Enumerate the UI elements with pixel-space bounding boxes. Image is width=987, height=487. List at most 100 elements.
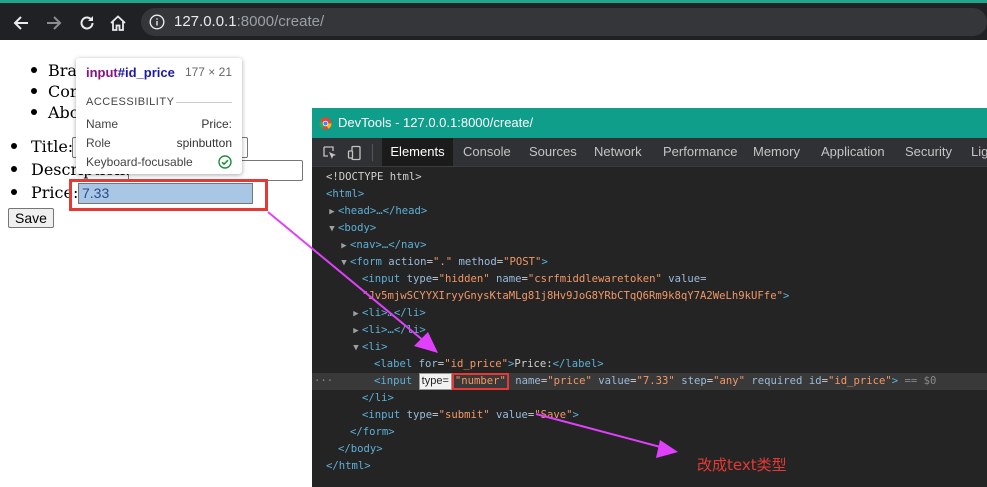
tooltip-divider: [176, 102, 232, 103]
tab-console[interactable]: Console: [463, 138, 511, 166]
tooltip-id: #id_price: [117, 65, 175, 80]
inspect-tooltip: input#id_price 177 × 21 ACCESSIBILITY Na…: [76, 58, 242, 174]
code-line[interactable]: </body>: [312, 441, 987, 458]
tab-performance[interactable]: Performance: [663, 138, 737, 166]
dollar-zero-ref: == $0: [904, 375, 937, 387]
code-line[interactable]: </html>: [312, 458, 987, 475]
type-hint: type=: [418, 373, 452, 390]
collapse-triangle-icon[interactable]: ▼: [350, 340, 362, 357]
body-close-tag: </body>: [338, 443, 383, 455]
check-circle-icon: [218, 155, 232, 169]
tab-separator: [372, 144, 373, 161]
forward-button[interactable]: [43, 12, 65, 34]
devtools-tabbar: Elements Console Sources Network Perform…: [312, 138, 987, 167]
code-line[interactable]: <label for="id_price">Price:</label>: [312, 356, 987, 373]
tooltip-value: Price:: [201, 117, 232, 131]
label-text: Price:: [514, 358, 553, 370]
url-host: 127.0.0.1: [174, 13, 237, 30]
code-line[interactable]: <input type="submit" value="Save">: [312, 407, 987, 424]
code-line[interactable]: "Jv5mjwSCYYXIryyGnysKtaMLg81j8Hv9JoG8YRb…: [312, 288, 987, 305]
save-button[interactable]: Save: [8, 208, 54, 228]
collapse-triangle-icon[interactable]: ▼: [338, 255, 350, 272]
expand-triangle-icon[interactable]: ▶: [350, 306, 362, 323]
devtools-window: DevTools - 127.0.0.1:8000/create/ Elemen…: [312, 108, 987, 487]
tab-application[interactable]: Application: [821, 138, 885, 166]
devtools-titlebar: DevTools - 127.0.0.1:8000/create/: [312, 108, 987, 138]
attr-value: "any": [713, 375, 745, 387]
browser-toolbar: 127.0.0.1:8000/create/: [0, 3, 987, 40]
inspect-element-icon[interactable]: [322, 145, 338, 161]
attr-value: "id_price": [827, 375, 892, 387]
attr-value: "submit": [438, 409, 490, 421]
code-line[interactable]: ▼ <body>: [312, 220, 987, 237]
tooltip-row-keyboard: Keyboard-focusable: [86, 155, 232, 173]
code-line[interactable]: ▼ <form action="." method="POST">: [312, 254, 987, 271]
attr-value: "id_price": [444, 358, 508, 370]
annotation-note: 改成text类型: [697, 456, 787, 474]
elements-tree: <!DOCTYPE html> <html> ▶ <head>…</head> ▼…: [312, 168, 987, 487]
expand-triangle-icon[interactable]: ▶: [326, 204, 338, 221]
tooltip-value: spinbutton: [176, 136, 232, 150]
home-button[interactable]: [107, 12, 129, 34]
code-line[interactable]: ▶ <head>…</head>: [312, 203, 987, 220]
code-line[interactable]: ▼ <li>: [312, 339, 987, 356]
li-collapsed-tag: <li>…</li>: [362, 307, 426, 319]
code-line[interactable]: </form>: [312, 424, 987, 441]
code-line[interactable]: ▶ <li>…</li>: [312, 322, 987, 339]
tab-network[interactable]: Network: [594, 138, 642, 166]
devtools-title: DevTools - 127.0.0.1:8000/create/: [338, 115, 534, 130]
code-line[interactable]: <html>: [312, 186, 987, 203]
attr-value: ".": [432, 256, 453, 268]
tooltip-size: 177 × 21: [184, 65, 232, 79]
title-label: Title:: [31, 137, 74, 156]
tooltip-row-name: Name Price:: [86, 117, 232, 135]
code-line-selected[interactable]: ··· <input type= "number" name="price" va…: [312, 373, 987, 390]
type-number-value[interactable]: "number": [451, 373, 509, 390]
nav-tag: <nav>…</nav>: [350, 239, 427, 251]
attr-name: required: [751, 375, 803, 387]
attr-value: "POST": [503, 256, 542, 268]
code-line[interactable]: ▶ <li>…</li>: [312, 305, 987, 322]
head-tag: <head>…</head>: [338, 205, 428, 217]
tab-elements[interactable]: Elements: [382, 138, 453, 166]
tooltip-selector: input#id_price: [86, 65, 175, 80]
attr-value: "hidden": [438, 273, 490, 285]
back-button[interactable]: [10, 12, 32, 34]
tab-memory[interactable]: Memory: [753, 138, 800, 166]
tab-security[interactable]: Security: [905, 138, 952, 166]
tab-sources[interactable]: Sources: [529, 138, 577, 166]
home-icon: [110, 15, 126, 31]
form-tag-name: form: [356, 256, 382, 268]
code-line[interactable]: </li>: [312, 390, 987, 407]
expand-triangle-icon[interactable]: ▶: [350, 323, 362, 340]
code-line[interactable]: ▶ <nav>…</nav>: [312, 237, 987, 254]
tooltip-key: Keyboard-focusable: [86, 155, 193, 169]
expand-triangle-icon[interactable]: ▶: [338, 238, 350, 255]
tooltip-key: Role: [86, 136, 111, 150]
html-close-tag: </html>: [326, 460, 371, 472]
site-info-icon[interactable]: [149, 14, 165, 30]
form-close-tag: </form>: [350, 426, 395, 438]
code-line[interactable]: <!DOCTYPE html>: [312, 169, 987, 186]
more-options-icon[interactable]: ···: [314, 373, 333, 390]
reload-button[interactable]: [76, 12, 98, 34]
code-line[interactable]: <input type="hidden" name="csrfmiddlewar…: [312, 271, 987, 288]
attr-value: "7.33": [636, 375, 675, 387]
collapse-triangle-icon[interactable]: ▼: [326, 221, 338, 238]
url-path: :8000/create/: [236, 13, 325, 30]
tab-lighthouse[interactable]: Lighthouse: [971, 138, 987, 166]
attr-name: method: [458, 256, 497, 268]
tooltip-key: Name: [86, 117, 119, 131]
reload-icon: [80, 16, 94, 30]
device-toolbar-icon[interactable]: [347, 145, 363, 161]
attr-value: "Save": [534, 409, 573, 421]
back-arrow-icon: [13, 16, 28, 30]
forward-arrow-icon: [47, 16, 62, 30]
body-open-tag: <body>: [338, 222, 377, 234]
chrome-logo-icon: [319, 117, 332, 130]
attr-value: "price": [547, 375, 592, 387]
url-text: 127.0.0.1:8000/create/: [174, 13, 324, 30]
tooltip-row-role: Role spinbutton: [86, 136, 232, 154]
address-bar[interactable]: 127.0.0.1:8000/create/: [141, 8, 987, 36]
attr-name: value=: [668, 273, 707, 285]
